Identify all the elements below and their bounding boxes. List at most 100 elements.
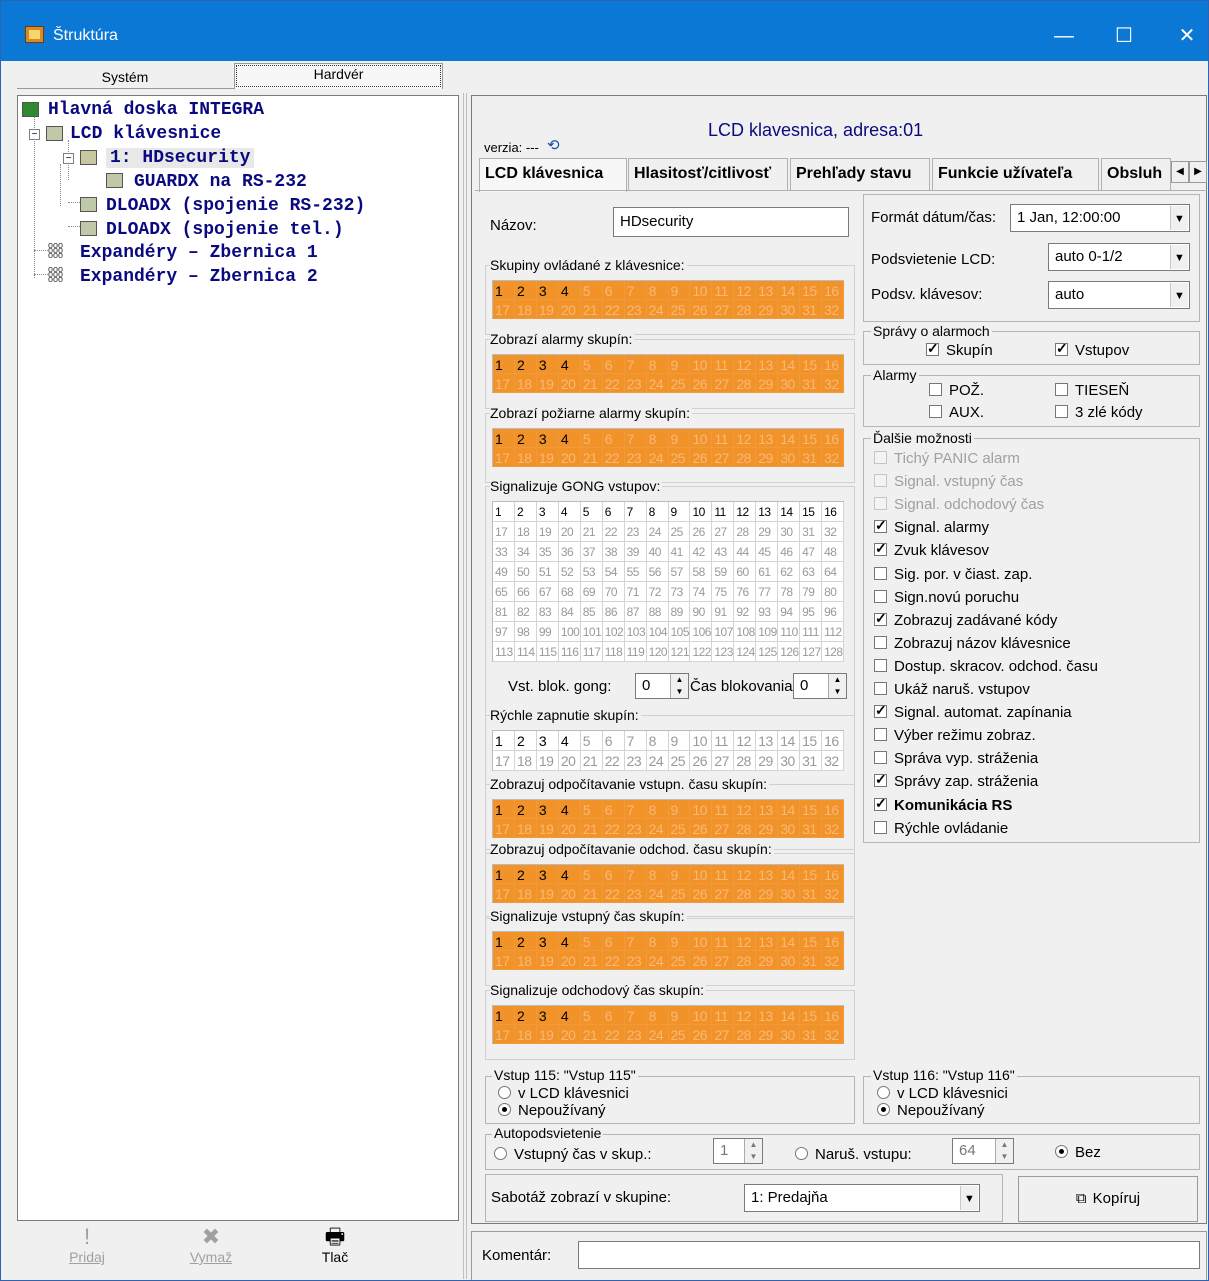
grid-cell[interactable]: 14 xyxy=(778,429,801,448)
grid-cell[interactable]: 34 xyxy=(514,542,537,562)
grid-cell[interactable]: 22 xyxy=(602,448,625,467)
tab-status[interactable]: Prehľady stavu xyxy=(790,158,930,190)
grid-cell[interactable]: 31 xyxy=(800,951,823,970)
grid-cell[interactable]: 86 xyxy=(602,602,625,622)
grid-cell[interactable]: 1 xyxy=(493,731,515,751)
grid-cell[interactable]: 19 xyxy=(536,1025,559,1044)
grid-cell[interactable]: 19 xyxy=(536,819,559,838)
grid-cell[interactable]: 107 xyxy=(712,622,735,642)
grid-cell[interactable]: 23 xyxy=(624,951,647,970)
grid-cell[interactable]: 3 xyxy=(536,865,559,884)
grid-cell[interactable]: 89 xyxy=(668,602,691,622)
grid-cell[interactable]: 16 xyxy=(822,281,844,300)
grid-cell[interactable]: 25 xyxy=(668,522,691,542)
grid-cell[interactable]: 65 xyxy=(493,582,515,602)
grid-cell[interactable]: 67 xyxy=(536,582,559,602)
grid-cell[interactable]: 5 xyxy=(580,281,603,300)
grid-cell[interactable]: 3 xyxy=(536,800,559,819)
grid-cell[interactable]: 77 xyxy=(756,582,779,602)
grid-cell[interactable]: 10 xyxy=(690,1006,713,1025)
grid-cell[interactable]: 22 xyxy=(602,522,625,542)
grid-cell[interactable]: 3 xyxy=(536,932,559,951)
option-checkbox[interactable]: Správa vyp. stráženia xyxy=(874,750,1038,767)
grid-cell[interactable]: 18 xyxy=(514,751,537,771)
grid-cell[interactable]: 8 xyxy=(646,502,669,522)
grid-cell[interactable]: 68 xyxy=(558,582,581,602)
grid-cell[interactable]: 52 xyxy=(558,562,581,582)
alarm-panic-checkbox[interactable]: TIESEŇ xyxy=(1055,382,1129,399)
grid-cell[interactable]: 24 xyxy=(646,448,669,467)
autobacklight-entry-radio[interactable]: Vstupný čas v skup.: xyxy=(494,1146,652,1163)
grid-cell[interactable]: 63 xyxy=(800,562,823,582)
tab-scroll-left-icon[interactable]: ◀ xyxy=(1171,161,1189,183)
grid-cell[interactable]: 19 xyxy=(536,751,559,771)
grid-cell[interactable]: 30 xyxy=(778,300,801,319)
grid-cell[interactable]: 24 xyxy=(646,751,669,771)
input116-lcd-radio[interactable]: v LCD klávesnici xyxy=(877,1085,1008,1102)
grid-cell[interactable]: 2 xyxy=(514,800,537,819)
grid-cell[interactable]: 100 xyxy=(558,622,581,642)
grid-cell[interactable]: 13 xyxy=(756,355,779,374)
grid-cell[interactable]: 18 xyxy=(514,884,537,903)
grid-cell[interactable]: 7 xyxy=(624,932,647,951)
grid-cell[interactable]: 50 xyxy=(514,562,537,582)
chevron-down-icon[interactable]: ▼ xyxy=(1170,206,1188,230)
option-checkbox[interactable]: Signal. odchodový čas xyxy=(874,496,1044,513)
add-button[interactable]: ! Pridaj xyxy=(27,1225,147,1277)
autobacklight-none-radio[interactable]: Bez xyxy=(1055,1144,1101,1161)
tree-node-mainboard[interactable]: Hlavná doska INTEGRA xyxy=(48,100,264,120)
lcd-backlight-select[interactable]: auto 0-1/2 ▼ xyxy=(1048,243,1190,271)
grid-cell[interactable]: 15 xyxy=(800,429,823,448)
tab-user-functions[interactable]: Funkcie užívateľa xyxy=(932,158,1099,190)
grid-cell[interactable]: 23 xyxy=(624,884,647,903)
grid-cell[interactable]: 69 xyxy=(580,582,603,602)
grid-cell[interactable]: 4 xyxy=(558,865,581,884)
grid-cell[interactable]: 8 xyxy=(646,865,669,884)
grid-cell[interactable]: 25 xyxy=(668,884,691,903)
grid-cell[interactable]: 9 xyxy=(668,1006,691,1025)
grid-cell[interactable]: 102 xyxy=(602,622,625,642)
grid-cell[interactable]: 15 xyxy=(800,355,823,374)
grid-cell[interactable]: 4 xyxy=(558,932,581,951)
grid-cell[interactable]: 30 xyxy=(778,819,801,838)
option-checkbox[interactable]: Dostup. skracov. odchod. času xyxy=(874,658,1098,675)
grid-cell[interactable]: 4 xyxy=(558,731,581,751)
grid-cell[interactable]: 27 xyxy=(712,374,735,393)
grid-cell[interactable]: 22 xyxy=(602,951,625,970)
grid-cell[interactable]: 31 xyxy=(800,819,823,838)
grid-cell[interactable]: 109 xyxy=(756,622,779,642)
grid-cell[interactable]: 118 xyxy=(602,642,625,662)
grid-cell[interactable]: 28 xyxy=(734,374,757,393)
grid-cell[interactable]: 26 xyxy=(690,374,713,393)
input115-lcd-radio[interactable]: v LCD klávesnici xyxy=(498,1085,629,1102)
grid-cell[interactable]: 42 xyxy=(690,542,713,562)
grid-cell[interactable]: 4 xyxy=(558,281,581,300)
grid-cell[interactable]: 17 xyxy=(493,751,515,771)
grid-cell[interactable]: 15 xyxy=(800,502,823,522)
grid-cell[interactable]: 13 xyxy=(756,800,779,819)
grid-cell[interactable]: 20 xyxy=(558,751,581,771)
grid-cell[interactable]: 25 xyxy=(668,951,691,970)
grid-cell[interactable]: 54 xyxy=(602,562,625,582)
grid-cell[interactable]: 91 xyxy=(712,602,735,622)
grid-cell[interactable]: 17 xyxy=(493,951,515,970)
grid-cell[interactable]: 10 xyxy=(690,281,713,300)
grid-cell[interactable]: 99 xyxy=(536,622,559,642)
grid-cell[interactable]: 21 xyxy=(580,374,603,393)
grid-cell[interactable]: 121 xyxy=(668,642,691,662)
grid-cell[interactable]: 56 xyxy=(646,562,669,582)
grid-cell[interactable]: 48 xyxy=(822,542,844,562)
grid-cell[interactable]: 21 xyxy=(580,951,603,970)
grid-cell[interactable]: 120 xyxy=(646,642,669,662)
grid-cell[interactable]: 29 xyxy=(756,951,779,970)
grid-cell[interactable]: 9 xyxy=(668,865,691,884)
grid-cell[interactable]: 1 xyxy=(493,355,515,374)
grid-cell[interactable]: 4 xyxy=(558,1006,581,1025)
grid-cell[interactable]: 20 xyxy=(558,951,581,970)
grid-cell[interactable]: 8 xyxy=(646,1006,669,1025)
grid-cell[interactable]: 15 xyxy=(800,1006,823,1025)
grid-cell[interactable]: 21 xyxy=(580,448,603,467)
grid-cell[interactable]: 2 xyxy=(514,1006,537,1025)
option-checkbox[interactable]: Tichý PANIC alarm xyxy=(874,450,1020,467)
grid-cell[interactable]: 29 xyxy=(756,1025,779,1044)
